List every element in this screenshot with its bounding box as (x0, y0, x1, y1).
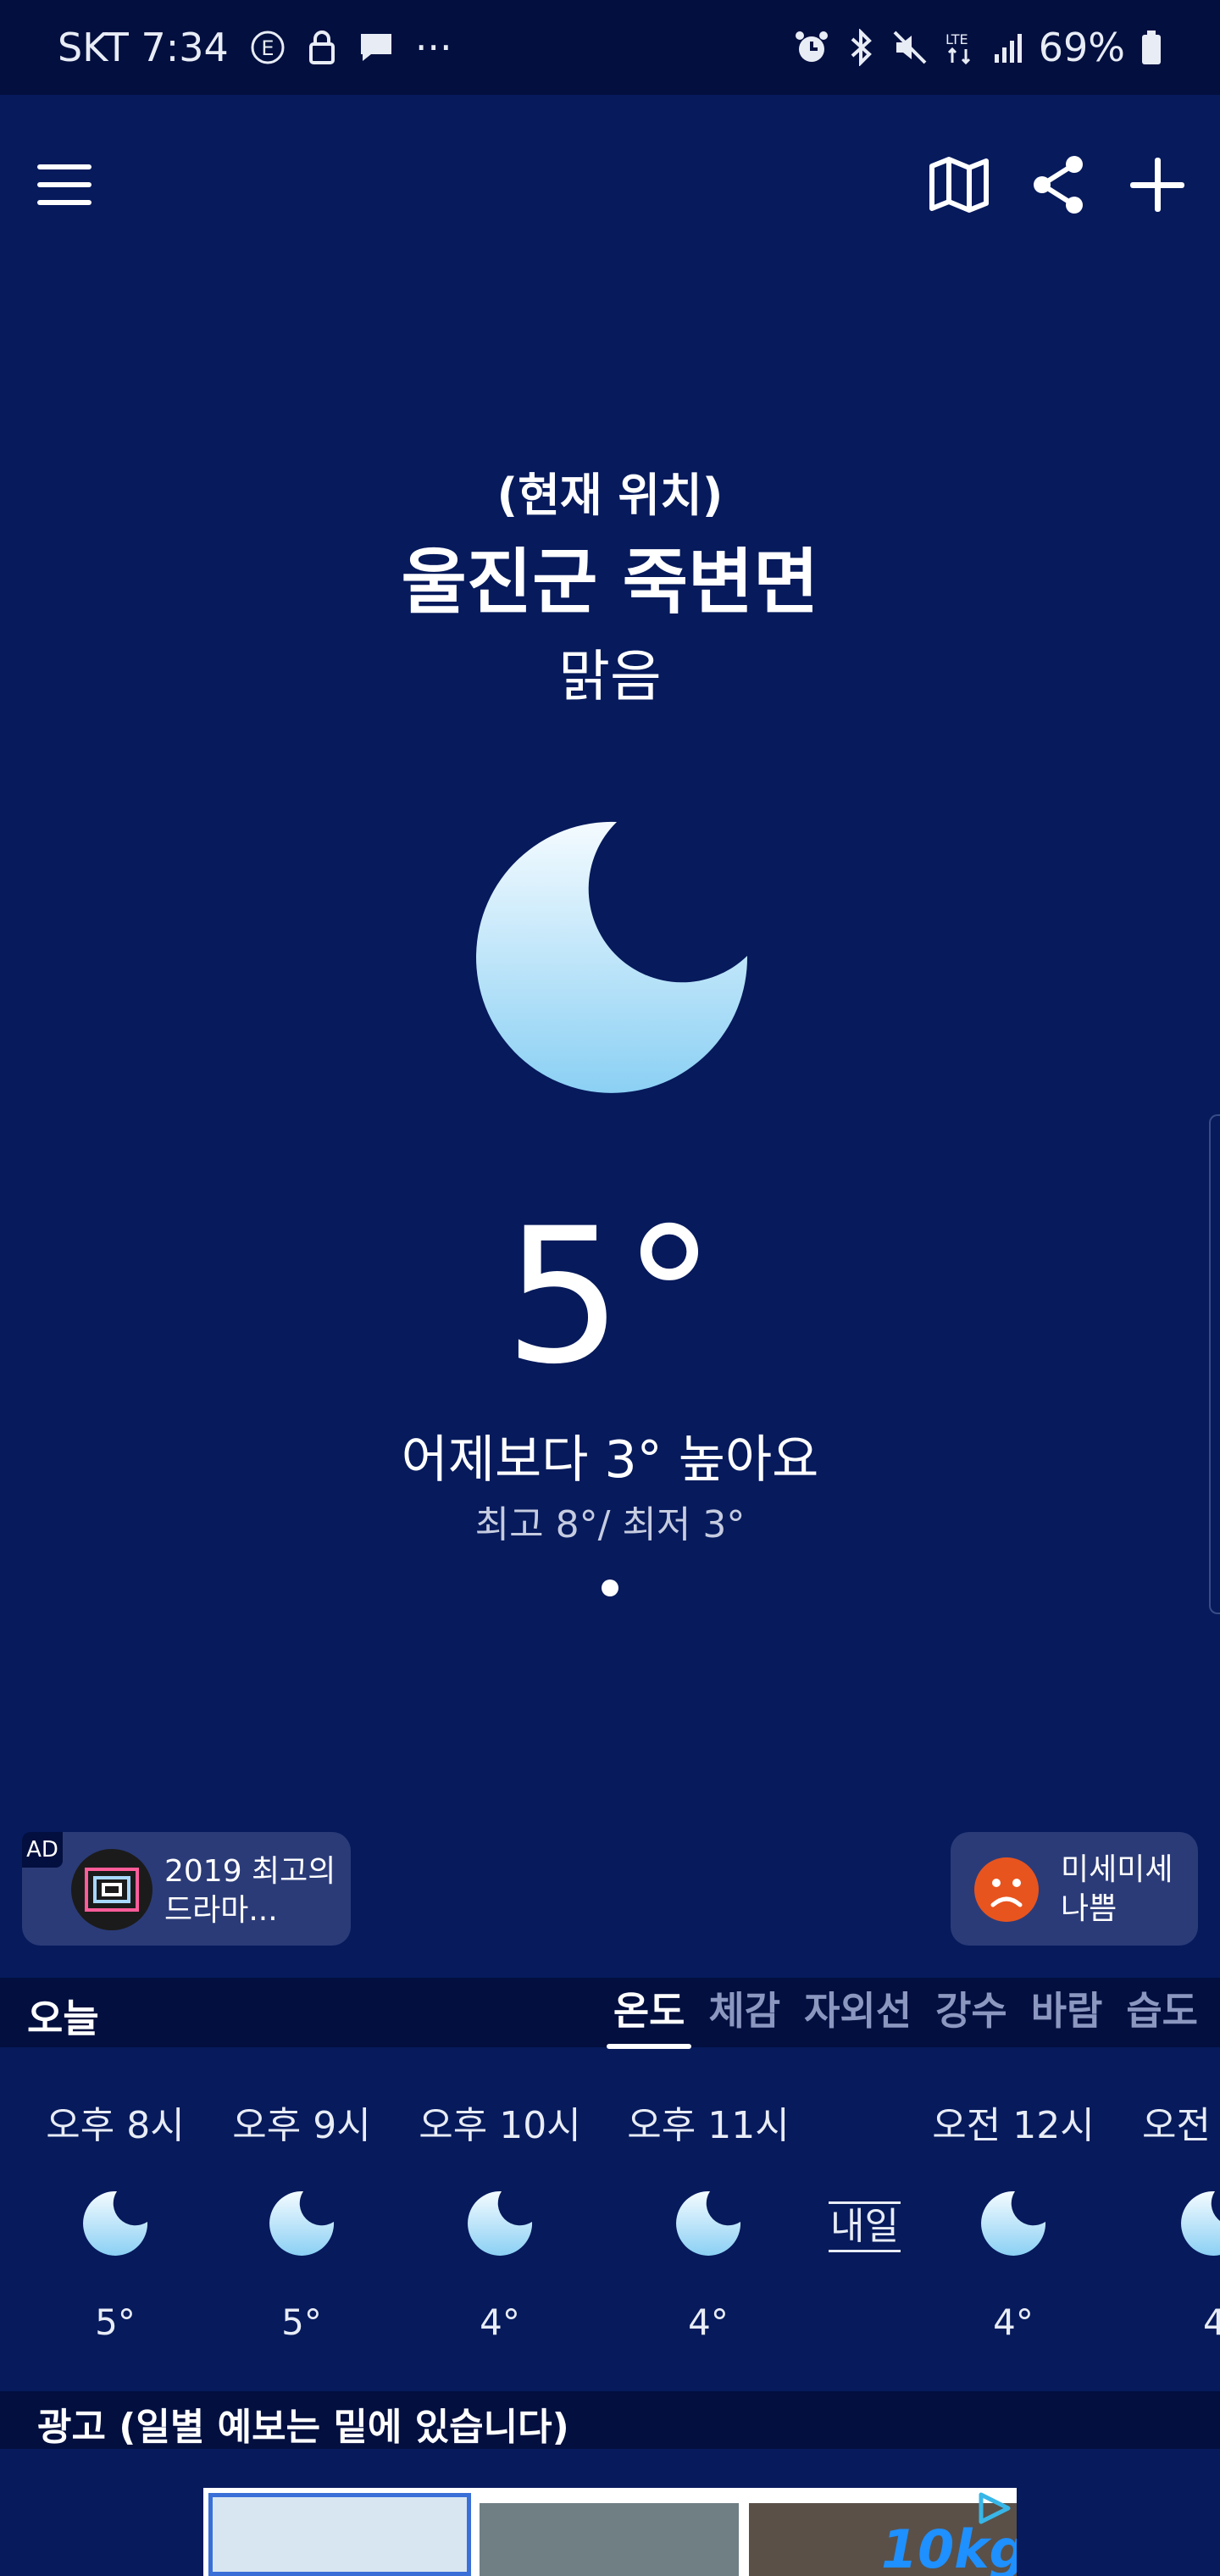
ad-text-line1: 2019 최고의 (164, 1854, 336, 1889)
svg-text:E: E (261, 36, 274, 60)
hour-time: 오후 9시 (232, 2104, 371, 2147)
weather-condition: 맑음 (558, 644, 662, 709)
tab-uv[interactable]: 자외선 (799, 1985, 917, 2046)
moon-icon (674, 2190, 742, 2257)
tab-precipitation[interactable]: 강수 (930, 1985, 1012, 2046)
message-icon (358, 31, 395, 64)
moon-icon (466, 2190, 534, 2257)
hourly-forecast[interactable]: 오후 8시 5° 오후 9시 5° 오후 10시 4° 오후 11시 4° 내일… (0, 2051, 1220, 2390)
more-notifications-icon: ··· (414, 25, 452, 70)
plus-icon (1130, 158, 1184, 212)
tab-temperature[interactable]: 온도 (606, 1985, 692, 2049)
fine-dust-text: 미세미세 나쁨 (1061, 1851, 1173, 1929)
location-label: (현재 위치) (496, 469, 724, 522)
high-low-temperature: 최고 8°/ 최저 3° (474, 1503, 746, 1546)
e-icon: E (249, 29, 286, 66)
tomorrow-divider: 내일 (829, 2201, 901, 2252)
moon-icon (474, 820, 749, 1095)
hour-temp: 4° (480, 2301, 520, 2343)
ad-section-header: 광고 (일별 예보는 밑에 있습니다) (0, 2391, 1220, 2449)
forecast-tab-bar: 오늘 온도 체감 자외선 강수 바람 습도 (0, 1978, 1220, 2049)
moon-icon (81, 2190, 149, 2257)
add-location-button[interactable] (1123, 151, 1191, 219)
lock-icon (307, 29, 337, 66)
edge-panel-handle[interactable] (1209, 1114, 1220, 1614)
menu-button[interactable] (34, 153, 98, 217)
hour-time: 오후 8시 (46, 2104, 185, 2147)
today-label: 오늘 (27, 1996, 99, 2041)
moon-icon (979, 2190, 1047, 2257)
hour-temp: 5° (281, 2301, 322, 2343)
bluetooth-icon (846, 29, 876, 66)
svg-text:LTE: LTE (946, 31, 968, 47)
app-bar (0, 136, 1220, 229)
hamburger-icon (37, 164, 92, 205)
current-temperature: 5° (504, 1188, 716, 1405)
moon-icon (1179, 2190, 1220, 2257)
ad-logo (71, 1849, 152, 1930)
tab-humidity[interactable]: 습도 (1121, 1985, 1203, 2046)
status-bar: SKT 7:34 E ··· LTE 69% (0, 0, 1220, 95)
hour-time: 오후 11시 (627, 2104, 790, 2147)
hour-temp: 4° (993, 2301, 1034, 2343)
yesterday-comparison: 어제보다 3° 높아요 (401, 1430, 819, 1490)
hour-time: 오전 (1142, 2104, 1211, 2147)
ad-text-line2: 드라마... (164, 1893, 278, 1928)
lte-icon: LTE (944, 29, 978, 66)
share-button[interactable] (1025, 151, 1093, 219)
fine-dust-line2: 나쁨 (1061, 1891, 1117, 1926)
ad-text: 2019 최고의 드라마... (164, 1852, 346, 1930)
metric-tabs: 온도 체감 자외선 강수 바람 습도 (606, 1985, 1203, 2049)
hour-time: 오후 10시 (419, 2104, 581, 2147)
moon-icon (268, 2190, 336, 2257)
ad-banner[interactable]: 10kg (203, 2488, 1017, 2576)
ad-section-label: 광고 (일별 예보는 밑에 있습니다) (37, 2406, 569, 2449)
hour-temp: 4 (1203, 2301, 1220, 2343)
signal-icon (993, 29, 1023, 66)
alarm-icon (793, 29, 830, 66)
ad-chip[interactable]: AD 2019 최고의 드라마... (22, 1832, 351, 1946)
tab-feels-like[interactable]: 체감 (703, 1985, 785, 2046)
location-name[interactable]: 울진군 죽변면 (0, 525, 1220, 628)
map-icon (929, 157, 989, 213)
page-indicator (602, 1579, 618, 1596)
battery-icon (1140, 29, 1162, 66)
hour-temp: 5° (95, 2301, 136, 2343)
map-button[interactable] (925, 151, 993, 219)
banner-text: 10kg (881, 2518, 1017, 2576)
banner-image (480, 2503, 739, 2576)
sad-face-icon (973, 1856, 1040, 1924)
carrier-time: SKT 7:34 (58, 25, 229, 70)
hour-time: 오전 12시 (932, 2104, 1095, 2147)
banner-image (208, 2493, 471, 2576)
battery-percent: 69% (1038, 25, 1125, 70)
share-icon (1034, 156, 1083, 214)
fine-dust-line1: 미세미세 (1061, 1852, 1173, 1887)
ad-choices-icon[interactable] (974, 2491, 1013, 2525)
fine-dust-chip[interactable]: 미세미세 나쁨 (951, 1832, 1198, 1946)
ad-badge: AD (22, 1832, 63, 1868)
mute-icon (891, 29, 929, 66)
tab-wind[interactable]: 바람 (1026, 1985, 1108, 2046)
hour-temp: 4° (688, 2301, 729, 2343)
